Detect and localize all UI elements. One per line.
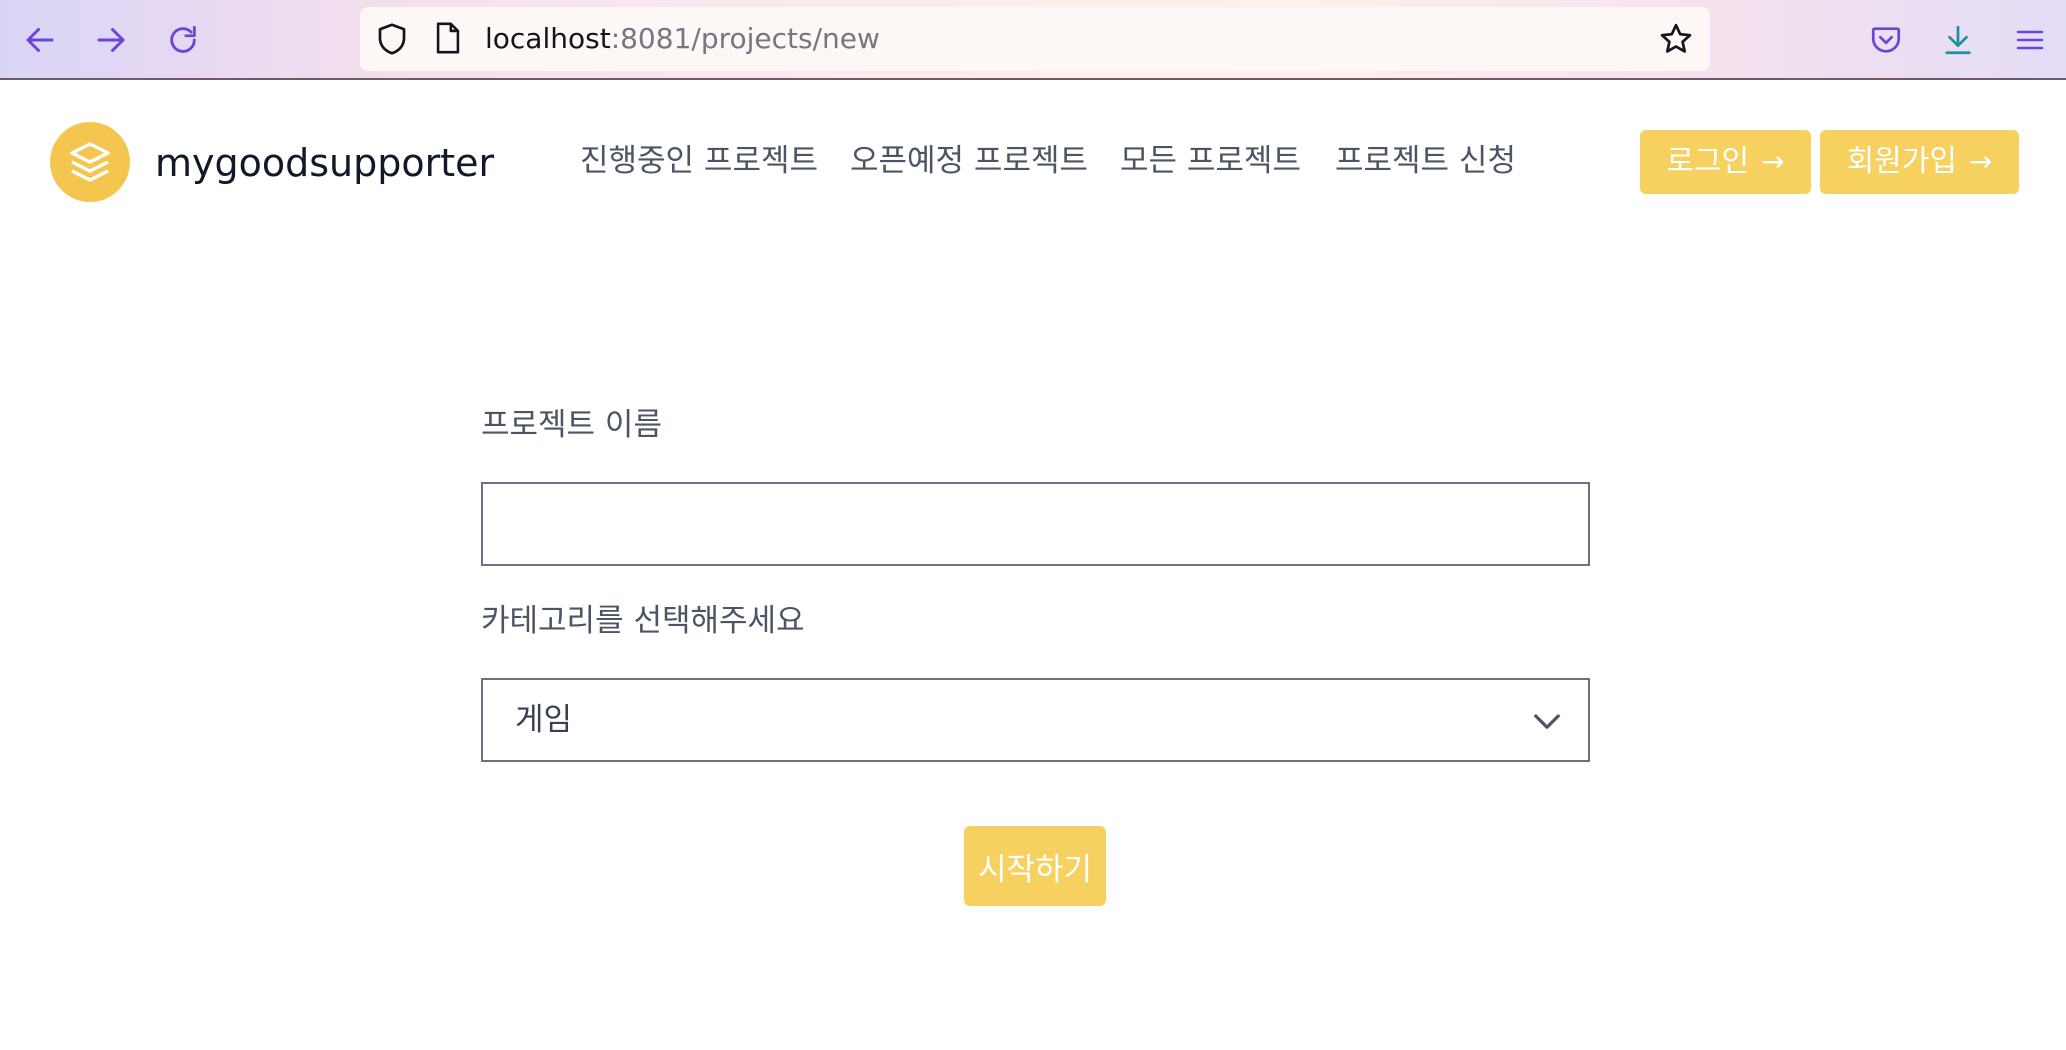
layers-icon xyxy=(70,142,110,182)
shield-icon[interactable] xyxy=(374,21,410,61)
logo[interactable] xyxy=(50,122,130,202)
browser-toolbar: localhost:8081/projects/new xyxy=(0,0,2066,80)
nav-link-ongoing[interactable]: 진행중인 프로젝트 xyxy=(580,141,818,181)
project-name-input[interactable] xyxy=(481,482,1590,566)
nav-link-apply[interactable]: 프로젝트 신청 xyxy=(1335,141,1516,181)
nav-link-all[interactable]: 모든 프로젝트 xyxy=(1120,141,1301,181)
menu-icon[interactable] xyxy=(2008,18,2052,62)
page-icon xyxy=(432,21,464,59)
arrow-right-icon: → xyxy=(1761,145,1785,178)
start-button[interactable]: 시작하기 xyxy=(964,826,1106,906)
reload-icon[interactable] xyxy=(161,18,205,62)
login-button[interactable]: 로그인 → xyxy=(1640,130,1811,194)
signup-button[interactable]: 회원가입 → xyxy=(1820,130,2019,194)
category-selected-value: 게임 xyxy=(515,702,573,738)
arrow-right-icon: → xyxy=(1968,145,1993,178)
category-select[interactable]: 게임 xyxy=(481,678,1590,762)
star-icon[interactable] xyxy=(1658,21,1694,61)
forward-arrow-icon[interactable] xyxy=(89,18,133,62)
nav-link-upcoming[interactable]: 오픈예정 프로젝트 xyxy=(850,141,1088,181)
brand-name[interactable]: mygoodsupporter xyxy=(155,141,494,185)
url-text[interactable]: localhost:8081/projects/new xyxy=(485,24,880,54)
pocket-icon[interactable] xyxy=(1864,18,1908,62)
login-button-label: 로그인 xyxy=(1666,144,1750,179)
url-bar[interactable]: localhost:8081/projects/new xyxy=(360,7,1710,71)
download-icon[interactable] xyxy=(1936,18,1980,62)
back-arrow-icon[interactable] xyxy=(18,18,62,62)
url-path: :8081/projects/new xyxy=(610,22,880,55)
signup-button-label: 회원가입 xyxy=(1846,144,1957,179)
project-name-label: 프로젝트 이름 xyxy=(481,407,662,443)
category-label: 카테고리를 선택해주세요 xyxy=(481,603,805,639)
chevron-down-icon xyxy=(1534,714,1560,729)
url-host: localhost xyxy=(485,22,611,55)
